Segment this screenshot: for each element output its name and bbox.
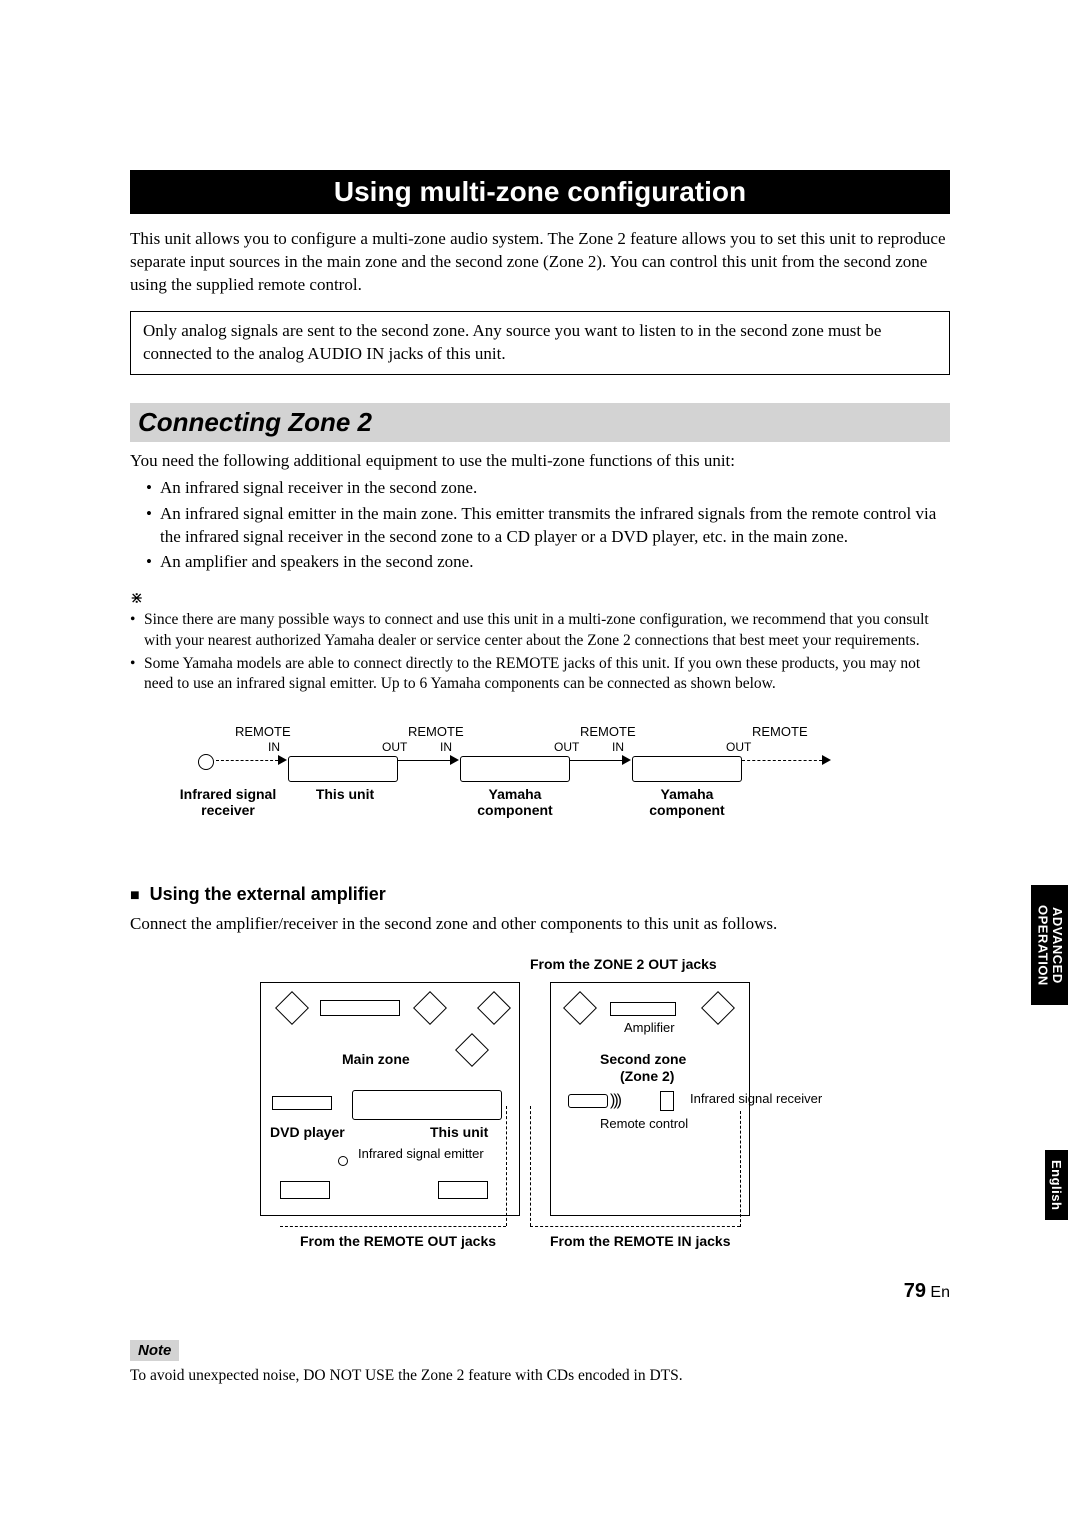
- diagram-label: OUT: [382, 740, 407, 754]
- this-unit-icon: [288, 756, 398, 782]
- diagram-label: Amplifier: [624, 1020, 675, 1035]
- diagram-label: REMOTE: [580, 724, 636, 739]
- center-speaker-icon: [320, 1000, 400, 1016]
- side-tab-text: ADVANCED: [1050, 907, 1065, 984]
- diagram-label: REMOTE: [235, 724, 291, 739]
- page-number-value: 79: [904, 1280, 926, 1302]
- zone-diagram: From the ZONE 2 OUT jacks Main zone DVD …: [130, 956, 950, 1306]
- diagram-label: IN: [612, 740, 624, 754]
- component-icon: [632, 756, 742, 782]
- diagram-label: IN: [268, 740, 280, 754]
- diagram-label: Infrared signal emitter: [358, 1146, 484, 1161]
- diagram-label: OUT: [726, 740, 751, 754]
- diagram-label: Main zone: [342, 1051, 410, 1067]
- list-item: Some Yamaha models are able to connect d…: [130, 654, 950, 694]
- list-item: An infrared signal emitter in the main z…: [146, 503, 950, 549]
- intro-paragraph: This unit allows you to configure a mult…: [130, 228, 950, 297]
- arrowhead-icon: [278, 755, 287, 765]
- diagram-label: Yamaha component: [470, 786, 560, 818]
- diagram-connector: [398, 760, 454, 761]
- diagram-label: REMOTE: [752, 724, 808, 739]
- diagram-label: DVD player: [270, 1124, 345, 1140]
- side-tab-english: English: [1045, 1150, 1068, 1220]
- remote-chain-diagram: REMOTE REMOTE REMOTE REMOTE IN OUT IN OU…: [130, 724, 950, 864]
- amplifier-icon: [610, 1002, 676, 1016]
- arrowhead-icon: [822, 755, 831, 765]
- diagram-connector: [570, 760, 626, 761]
- note-text: To avoid unexpected noise, DO NOT USE th…: [130, 1367, 950, 1385]
- list-item: An amplifier and speakers in the second …: [146, 551, 950, 574]
- page-number: 79 En: [904, 1280, 950, 1303]
- section1-lead: You need the following additional equipm…: [130, 450, 950, 473]
- tip-icon: ⋇: [130, 588, 950, 608]
- info-box: Only analog signals are sent to the seco…: [130, 311, 950, 375]
- ir-receiver-icon: [198, 754, 214, 770]
- arrowhead-icon: [622, 755, 631, 765]
- remote-control-icon: [568, 1094, 608, 1108]
- diagram-label: Second zone: [600, 1051, 686, 1067]
- diagram-label: This unit: [310, 786, 380, 802]
- section-heading-connecting-zone2: Connecting Zone 2: [130, 403, 950, 442]
- list-item: Since there are many possible ways to co…: [130, 610, 950, 650]
- side-tab-text: OPERATION: [1036, 905, 1051, 986]
- notes-list: Since there are many possible ways to co…: [130, 610, 950, 694]
- subheading-using-external-amp: Using the external amplifier: [130, 884, 950, 905]
- equipment-list: An infrared signal receiver in the secon…: [130, 477, 950, 575]
- ir-emitter-icon: [338, 1156, 348, 1166]
- signal-waves-icon: ))): [610, 1092, 620, 1110]
- diagram-label: From the REMOTE IN jacks: [550, 1233, 730, 1249]
- dvd-icon: [272, 1096, 332, 1110]
- this-unit-icon: [352, 1090, 502, 1120]
- diagram-label: From the REMOTE OUT jacks: [300, 1233, 496, 1249]
- diagram-connector: [742, 760, 822, 761]
- component-icon: [438, 1181, 488, 1199]
- side-tab-advanced-operation: ADVANCED OPERATION: [1031, 885, 1068, 1005]
- component-icon: [460, 756, 570, 782]
- page-number-lang: En: [930, 1284, 950, 1301]
- subheading-text: Connect the amplifier/receiver in the se…: [130, 913, 950, 936]
- list-item: An infrared signal receiver in the secon…: [146, 477, 950, 500]
- diagram-label: OUT: [554, 740, 579, 754]
- note-label: Note: [130, 1340, 179, 1361]
- diagram-label: (Zone 2): [620, 1068, 674, 1084]
- diagram-label: Yamaha component: [642, 786, 732, 818]
- ir-receiver-icon: [660, 1091, 674, 1111]
- diagram-label: Remote control: [600, 1116, 688, 1131]
- page-title: Using multi-zone configuration: [130, 170, 950, 214]
- diagram-label: Infrared signal receiver: [178, 786, 278, 818]
- diagram-label: This unit: [430, 1124, 488, 1140]
- diagram-connector: [216, 760, 278, 761]
- diagram-connector: [530, 1106, 531, 1226]
- diagram-label: Infrared signal receiver: [690, 1091, 822, 1106]
- diagram-label: From the ZONE 2 OUT jacks: [530, 956, 717, 972]
- diagram-connector: [740, 1111, 741, 1227]
- diagram-connector: [280, 1226, 506, 1227]
- diagram-label: REMOTE: [408, 724, 464, 739]
- diagram-connector: [506, 1106, 507, 1226]
- arrowhead-icon: [450, 755, 459, 765]
- diagram-label: IN: [440, 740, 452, 754]
- diagram-connector: [530, 1226, 740, 1227]
- component-icon: [280, 1181, 330, 1199]
